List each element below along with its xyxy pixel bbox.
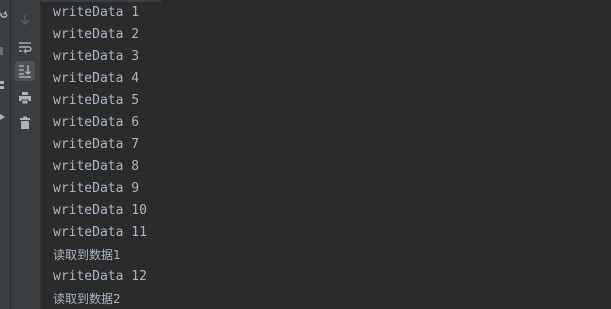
scroll-down-button[interactable] bbox=[15, 10, 35, 30]
console-line: writeData 5 bbox=[53, 93, 140, 108]
print-button[interactable] bbox=[15, 88, 35, 108]
restore-layout-icon[interactable] bbox=[0, 80, 8, 90]
console-line: writeData 9 bbox=[53, 181, 140, 196]
left-edge-strip bbox=[0, 0, 11, 309]
trash-icon bbox=[20, 116, 30, 129]
console-line: writeData 1 bbox=[53, 5, 140, 20]
console-line: writeData 6 bbox=[53, 115, 140, 130]
console-line: writeData 8 bbox=[53, 159, 140, 174]
console-line: writeData 10 bbox=[53, 203, 147, 218]
rerun-icon[interactable] bbox=[0, 10, 8, 20]
soft-wrap-icon bbox=[19, 42, 32, 54]
stop-icon[interactable] bbox=[0, 46, 8, 56]
print-icon bbox=[19, 92, 31, 105]
console-output[interactable]: writeData 1 writeData 2 writeData 3 writ… bbox=[41, 0, 611, 309]
console-toolbar bbox=[11, 0, 41, 309]
console-line: writeData 7 bbox=[53, 137, 140, 152]
console-line: writeData 4 bbox=[53, 71, 140, 86]
console-line: writeData 3 bbox=[53, 49, 140, 64]
console-line: writeData 11 bbox=[53, 225, 147, 240]
console-line: 读取到数据2 bbox=[53, 292, 121, 306]
scroll-to-end-icon bbox=[19, 65, 31, 78]
console-line: writeData 2 bbox=[53, 27, 140, 42]
scroll-down-icon bbox=[20, 15, 30, 25]
scroll-to-end-button[interactable] bbox=[15, 61, 35, 81]
console-line: writeData 12 bbox=[53, 269, 147, 284]
soft-wrap-button[interactable] bbox=[15, 37, 35, 57]
console-line: 读取到数据1 bbox=[53, 248, 121, 262]
expand-arrow-icon[interactable] bbox=[0, 112, 8, 122]
ide-console-window: writeData 1 writeData 2 writeData 3 writ… bbox=[0, 0, 611, 309]
clear-all-button[interactable] bbox=[15, 113, 35, 133]
